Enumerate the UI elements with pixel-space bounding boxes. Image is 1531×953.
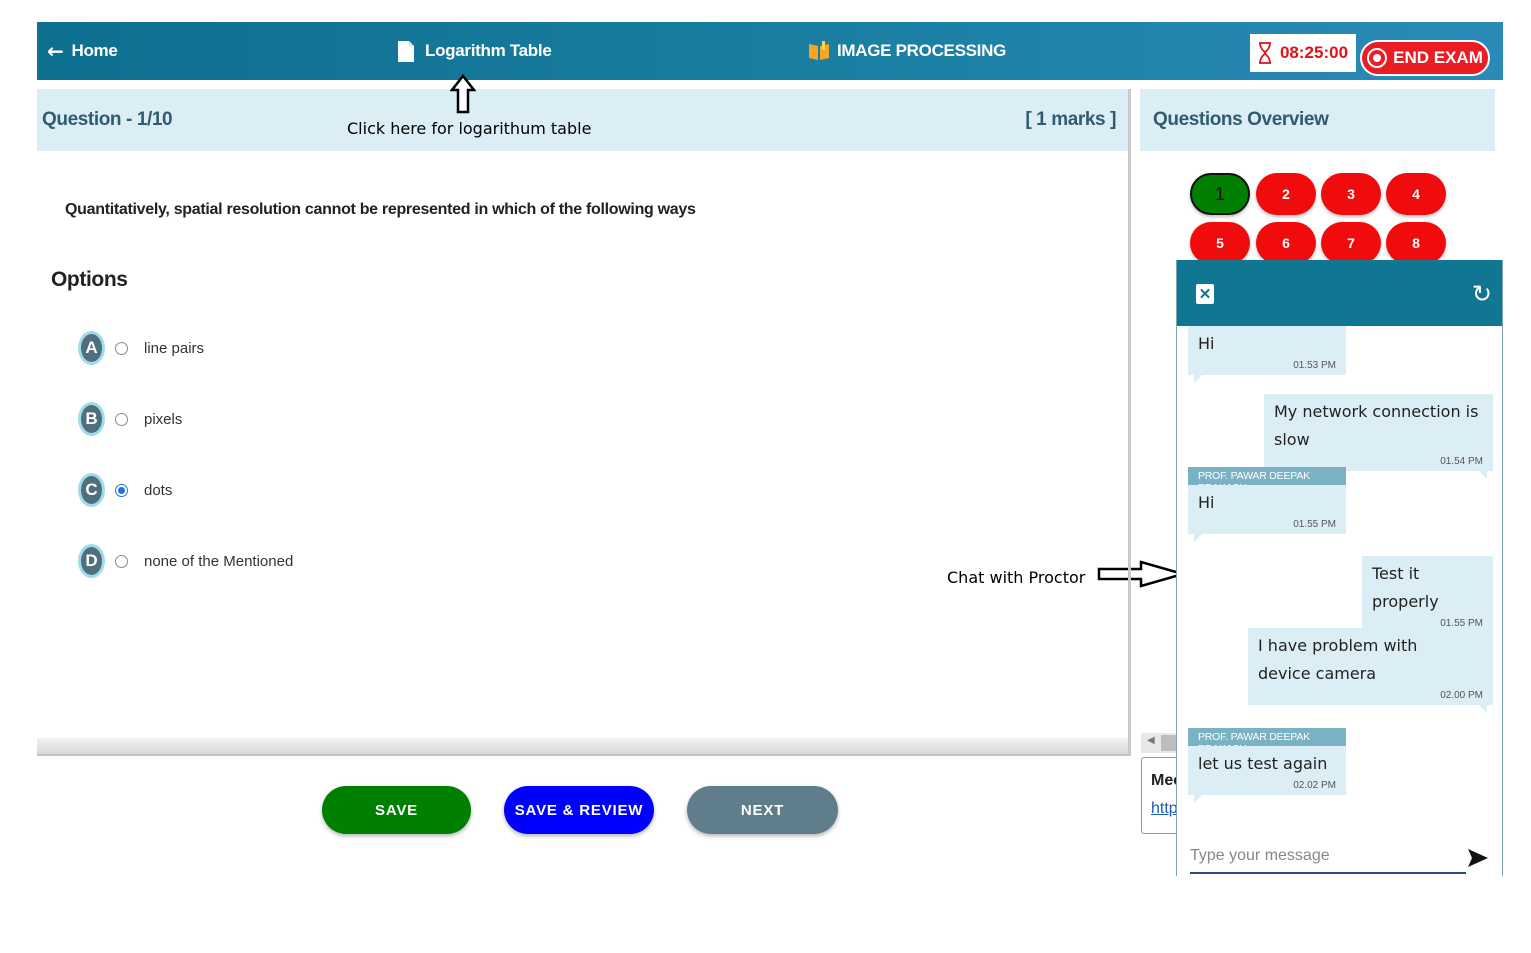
chat-message-text: Test it properly [1372,564,1439,611]
scroll-left-icon[interactable]: ◀ [1147,735,1155,746]
question-number-button[interactable]: 2 [1256,173,1316,215]
save-review-button[interactable]: SAVE & REVIEW [504,786,654,834]
chat-message-time: 01.53 PM [1293,360,1336,371]
up-arrow-annotation-icon [450,74,476,114]
send-icon[interactable] [1466,846,1490,870]
chat-message: Hi 01.53 PM [1188,326,1346,383]
chat-message-time: 01.54 PM [1440,456,1483,467]
chat-hint: Chat with Proctor [947,568,1086,587]
logarithm-table-label: Logarithm Table [425,41,552,60]
record-stop-icon [1367,48,1388,68]
questions-overview-title: Questions Overview [1153,109,1329,130]
chat-message: let us test again 02.02 PM [1188,746,1346,803]
chat-message-text: My network connection is slow [1274,402,1479,449]
proctor-chat-window: ✕ ↻ Hi 01.53 PM My network connection is… [1176,260,1503,876]
option-label: none of the Mentioned [144,552,294,570]
chat-message-text: let us test again [1198,754,1328,773]
close-icon[interactable]: ✕ [1196,284,1214,304]
chat-message-time: 02.00 PM [1440,690,1483,701]
chat-message-text: I have problem with device camera [1258,636,1418,683]
option-label: pixels [144,410,183,428]
horizontal-scrollbar[interactable] [37,738,1128,756]
option-letter: C [78,473,105,507]
question-number-button[interactable]: 8 [1386,222,1446,264]
scrollbar-thumb[interactable] [1161,735,1176,751]
end-exam-label: END EXAM [1393,48,1483,67]
option-label: dots [144,481,173,499]
question-number-button[interactable]: 5 [1190,222,1250,264]
option-d[interactable]: D none of the Mentioned [78,543,293,579]
refresh-icon[interactable]: ↻ [1472,280,1492,308]
chat-message: I have problem with device camera 02.00 … [1248,628,1493,713]
end-exam-button[interactable]: END EXAM [1360,40,1490,76]
chat-message-text: Hi [1198,493,1215,512]
chat-message-time: 02.02 PM [1293,780,1336,791]
chat-message-input[interactable] [1190,840,1466,874]
question-text: Quantitatively, spatial resolution canno… [65,201,696,218]
question-number-button[interactable]: 6 [1256,222,1316,264]
option-b[interactable]: B pixels [78,401,182,437]
option-radio[interactable] [115,554,128,568]
meeting-link[interactable]: http [1151,800,1178,818]
home-link[interactable]: ← Home [47,22,118,80]
document-icon [398,40,414,62]
option-letter: B [78,402,105,436]
option-radio[interactable] [115,412,128,426]
chat-message: My network connection is slow 01.54 PM [1264,394,1493,479]
chat-message: Test it properly 01.55 PM [1362,556,1493,641]
exam-timer: 08:25:00 [1250,34,1356,72]
option-radio-selected[interactable] [115,483,128,497]
question-marks: [ 1 marks ] [1025,109,1116,130]
right-arrow-annotation-icon [1097,560,1185,588]
book-icon [809,41,829,60]
option-letter: A [78,331,105,365]
question-number-button[interactable]: 3 [1321,173,1381,215]
next-button[interactable]: NEXT [687,786,838,834]
chat-message: Hi 01.55 PM [1188,485,1346,542]
chat-message-time: 01.55 PM [1293,519,1336,530]
chat-header: ✕ ↻ [1177,260,1502,326]
question-number-button[interactable]: 4 [1386,173,1446,215]
subject-title: IMAGE PROCESSING [808,22,1006,80]
hourglass-icon [1258,42,1271,64]
question-number-button[interactable]: 1 [1190,173,1250,215]
questions-overview-header: Questions Overview [1140,89,1495,151]
option-radio[interactable] [115,341,128,355]
home-label: Home [71,41,118,60]
option-letter: D [78,544,105,578]
arrow-left-icon: ← [47,39,64,63]
chat-message-text: Hi [1198,334,1215,353]
subject-label: IMAGE PROCESSING [837,41,1007,60]
top-bar: ← Home Logarithm Table IMAGE PROCESSING … [37,22,1503,80]
log-table-hint: Click here for logarithum table [347,119,592,138]
option-a[interactable]: A line pairs [78,330,204,366]
save-button[interactable]: SAVE [322,786,471,834]
option-label: line pairs [144,339,205,357]
overview-scrollbar[interactable]: ◀ [1141,733,1176,753]
question-title: Question - 1/10 [42,109,173,130]
timer-value: 08:25:00 [1279,43,1349,62]
option-c[interactable]: C dots [78,472,172,508]
question-number-button[interactable]: 7 [1321,222,1381,264]
logarithm-table-link[interactable]: Logarithm Table [398,22,552,80]
options-heading: Options [51,268,128,291]
panel-divider[interactable] [1128,89,1131,756]
